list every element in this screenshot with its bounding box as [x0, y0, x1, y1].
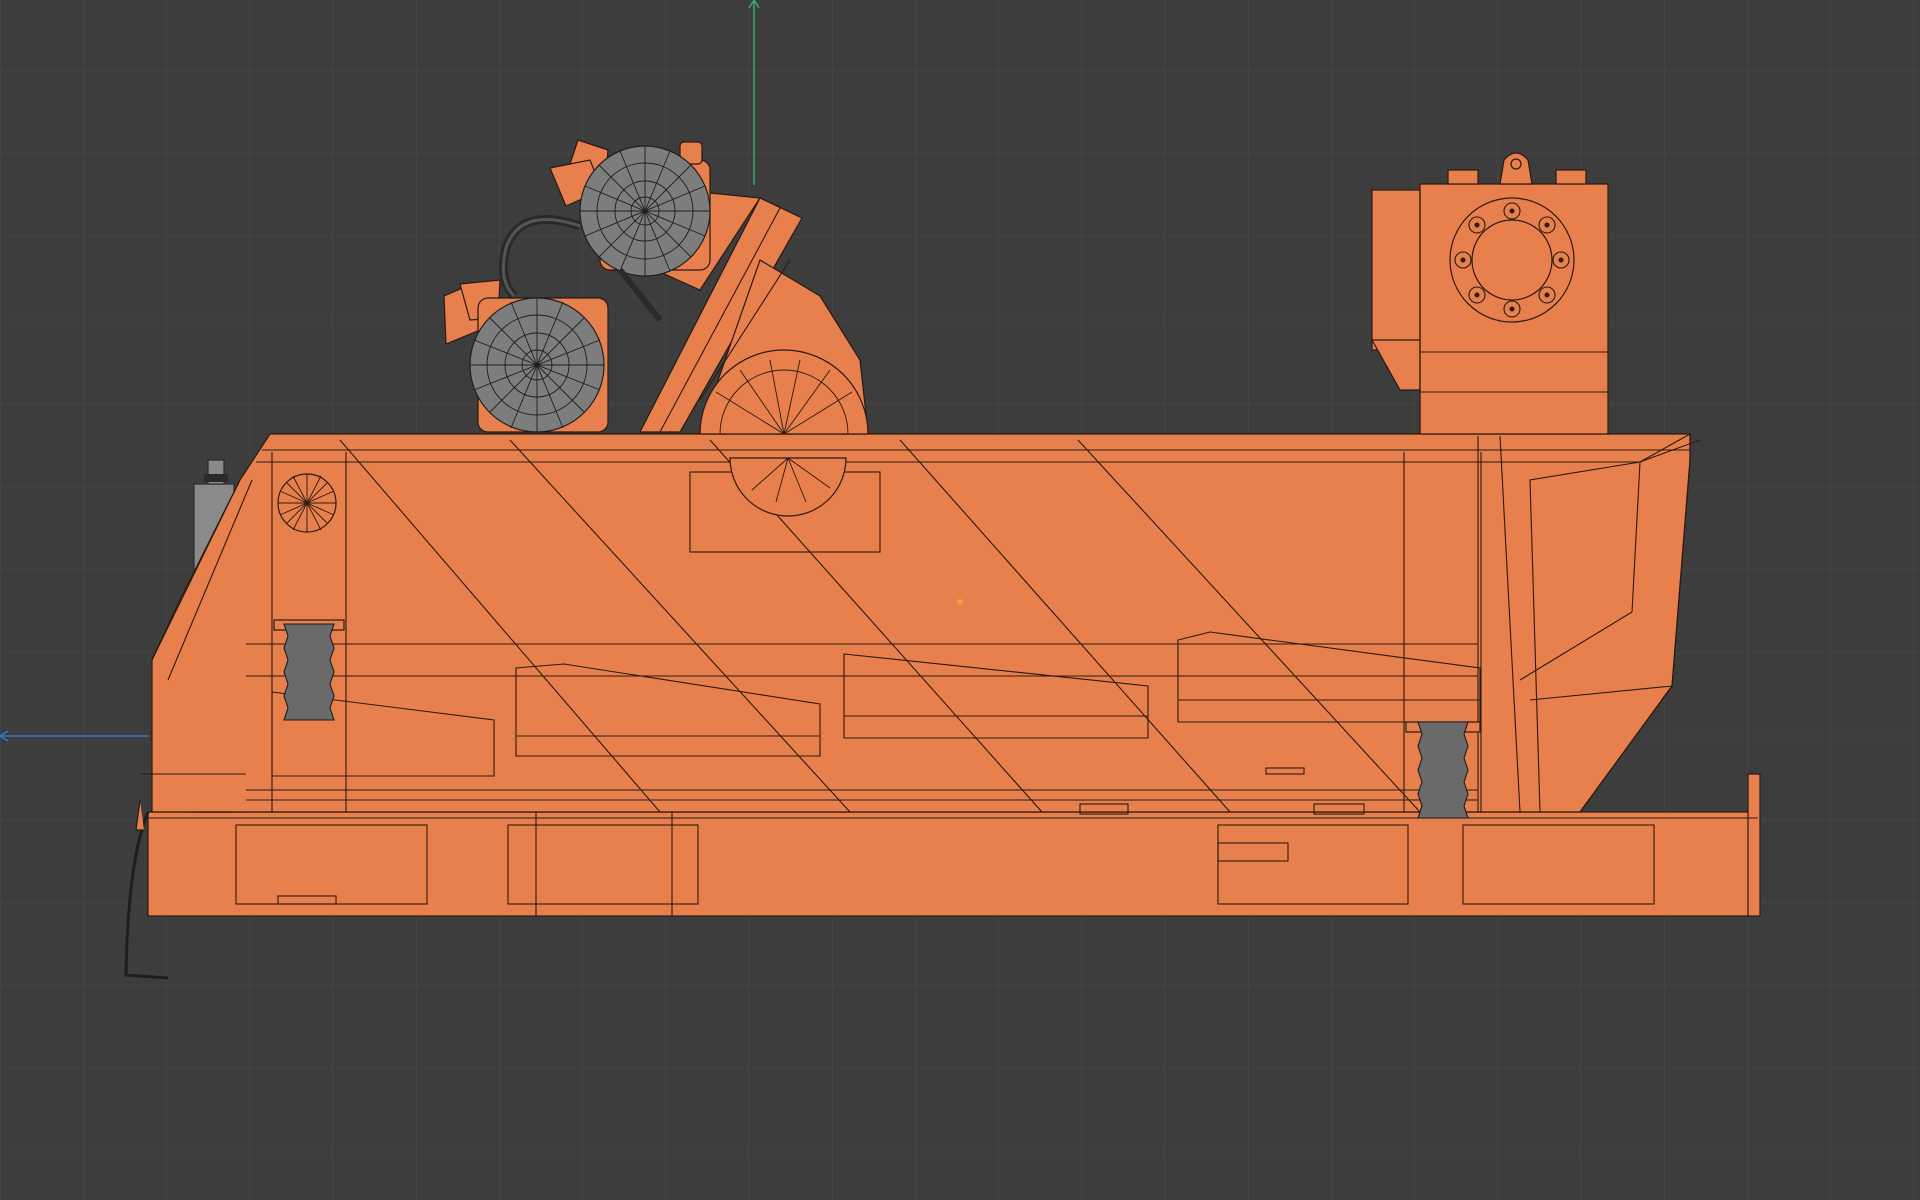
- inlet-flange-icon: [1449, 197, 1575, 323]
- vent-fan-icon: [277, 473, 337, 533]
- viewport-canvas[interactable]: [0, 0, 1920, 1200]
- origin-dot-icon: [957, 599, 963, 605]
- 3d-viewport[interactable]: [0, 0, 1920, 1200]
- shaker-basket[interactable]: [140, 433, 1701, 815]
